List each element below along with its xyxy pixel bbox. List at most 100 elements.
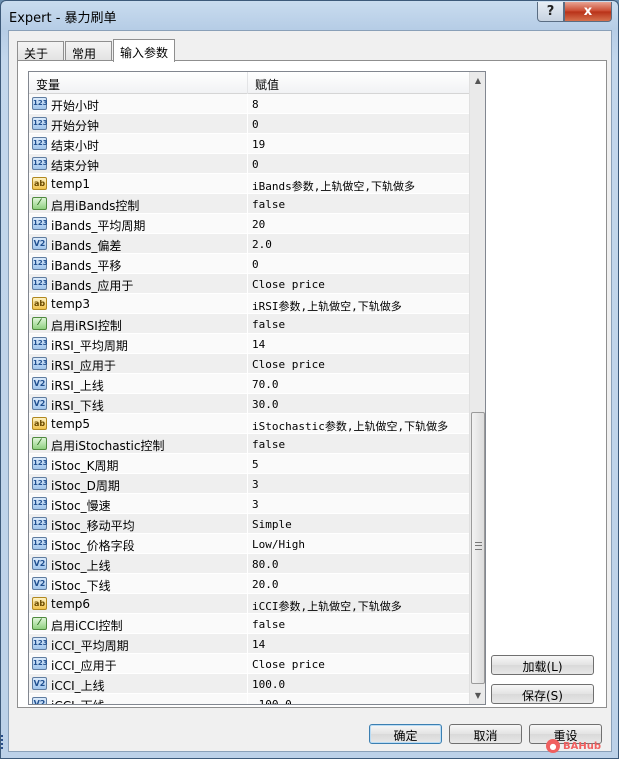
param-name-cell[interactable]: 123 iRSI_应用于	[29, 354, 247, 374]
param-value-cell[interactable]: iStochastic参数,上轨做空,下轨做多	[247, 414, 469, 434]
param-value-cell[interactable]: Close price	[247, 354, 469, 374]
param-row[interactable]: 123 iStoc_移动平均 Simple	[29, 514, 469, 534]
param-name-cell[interactable]: V2 iBands_偏差	[29, 234, 247, 254]
param-name-cell[interactable]: 123 开始小时	[29, 94, 247, 114]
param-row[interactable]: 123 iStoc_慢速 3	[29, 494, 469, 514]
param-name-cell[interactable]: V2 iRSI_下线	[29, 394, 247, 414]
param-row[interactable]: V2 iStoc_上线 80.0	[29, 554, 469, 574]
help-button[interactable]: ?	[537, 2, 564, 22]
tab-inputs[interactable]: 输入参数	[113, 39, 175, 62]
param-value-cell[interactable]: Low/High	[247, 534, 469, 554]
param-name-cell[interactable]: V2 iRSI_上线	[29, 374, 247, 394]
param-value-cell[interactable]: 19	[247, 134, 469, 154]
param-row[interactable]: 123 iStoc_价格字段 Low/High	[29, 534, 469, 554]
param-row[interactable]: V2 iRSI_下线 30.0	[29, 394, 469, 414]
param-name-cell[interactable]: 123 iStoc_慢速	[29, 494, 247, 514]
param-value-cell[interactable]: false	[247, 314, 469, 334]
param-value-cell[interactable]: Close price	[247, 654, 469, 674]
param-row[interactable]: ⁄ 启用iRSI控制 false	[29, 314, 469, 334]
param-value-cell[interactable]: 20	[247, 214, 469, 234]
tab-about[interactable]: 关于	[17, 41, 64, 61]
param-value-cell[interactable]: 0	[247, 114, 469, 134]
param-row[interactable]: 123 结束小时 19	[29, 134, 469, 154]
param-row[interactable]: V2 iStoc_下线 20.0	[29, 574, 469, 594]
param-row[interactable]: 123 iBands_平均周期 20	[29, 214, 469, 234]
param-name-cell[interactable]: ⁄ 启用iStochastic控制	[29, 434, 247, 454]
header-variable[interactable]: 变量	[29, 72, 247, 94]
param-name-cell[interactable]: V2 iStoc_下线	[29, 574, 247, 594]
tab-common[interactable]: 常用	[65, 41, 112, 61]
param-value-cell[interactable]: -100.0	[247, 694, 469, 704]
param-row[interactable]: V2 iRSI_上线 70.0	[29, 374, 469, 394]
param-value-cell[interactable]: false	[247, 614, 469, 634]
param-value-cell[interactable]: 5	[247, 454, 469, 474]
param-row[interactable]: 123 结束分钟 0	[29, 154, 469, 174]
param-row[interactable]: 123 iRSI_平均周期 14	[29, 334, 469, 354]
param-row[interactable]: 123 iCCI_平均周期 14	[29, 634, 469, 654]
scroll-down-arrow-icon[interactable]: ▼	[470, 687, 485, 704]
param-name-cell[interactable]: 123 iStoc_价格字段	[29, 534, 247, 554]
param-name-cell[interactable]: 123 iCCI_平均周期	[29, 634, 247, 654]
param-name-cell[interactable]: 123 iBands_应用于	[29, 274, 247, 294]
param-row[interactable]: ab temp5 iStochastic参数,上轨做空,下轨做多	[29, 414, 469, 434]
param-name-cell[interactable]: 123 开始分钟	[29, 114, 247, 134]
param-row[interactable]: 123 开始小时 8	[29, 94, 469, 114]
param-name-cell[interactable]: ab temp3	[29, 294, 247, 314]
param-name-cell[interactable]: 123 结束小时	[29, 134, 247, 154]
param-name-cell[interactable]: V2 iStoc_上线	[29, 554, 247, 574]
param-value-cell[interactable]: 3	[247, 494, 469, 514]
param-value-cell[interactable]: false	[247, 194, 469, 214]
param-name-cell[interactable]: 123 iStoc_D周期	[29, 474, 247, 494]
param-row[interactable]: ⁄ 启用iCCI控制 false	[29, 614, 469, 634]
param-row[interactable]: 123 iRSI_应用于 Close price	[29, 354, 469, 374]
param-value-cell[interactable]: 0	[247, 254, 469, 274]
param-name-cell[interactable]: 123 iBands_平移	[29, 254, 247, 274]
param-value-cell[interactable]: 3	[247, 474, 469, 494]
scroll-up-arrow-icon[interactable]: ▲	[470, 72, 485, 89]
header-value[interactable]: 赋值	[247, 72, 469, 94]
param-name-cell[interactable]: 123 iRSI_平均周期	[29, 334, 247, 354]
close-button[interactable]: x	[564, 2, 612, 22]
param-value-cell[interactable]: 14	[247, 634, 469, 654]
param-name-cell[interactable]: ⁄ 启用iRSI控制	[29, 314, 247, 334]
param-name-cell[interactable]: ⁄ 启用iCCI控制	[29, 614, 247, 634]
param-row[interactable]: V2 iCCI_下线 -100.0	[29, 694, 469, 704]
param-name-cell[interactable]: ab temp1	[29, 174, 247, 194]
load-button[interactable]: 加载(L)	[491, 655, 594, 675]
param-row[interactable]: 123 iStoc_D周期 3	[29, 474, 469, 494]
param-value-cell[interactable]: iCCI参数,上轨做空,下轨做多	[247, 594, 469, 614]
param-value-cell[interactable]: 30.0	[247, 394, 469, 414]
param-row[interactable]: V2 iCCI_上线 100.0	[29, 674, 469, 694]
vertical-scrollbar[interactable]: ▲ ▼	[469, 72, 485, 704]
param-value-cell[interactable]: iBands参数,上轨做空,下轨做多	[247, 174, 469, 194]
save-button[interactable]: 保存(S)	[491, 684, 594, 704]
param-value-cell[interactable]: 20.0	[247, 574, 469, 594]
param-name-cell[interactable]: 123 iBands_平均周期	[29, 214, 247, 234]
param-row[interactable]: ⁄ 启用iBands控制 false	[29, 194, 469, 214]
param-value-cell[interactable]: Close price	[247, 274, 469, 294]
param-value-cell[interactable]: 2.0	[247, 234, 469, 254]
param-row[interactable]: V2 iBands_偏差 2.0	[29, 234, 469, 254]
param-value-cell[interactable]: 100.0	[247, 674, 469, 694]
param-value-cell[interactable]: 8	[247, 94, 469, 114]
param-name-cell[interactable]: 123 iStoc_K周期	[29, 454, 247, 474]
param-name-cell[interactable]: 123 结束分钟	[29, 154, 247, 174]
param-name-cell[interactable]: V2 iCCI_上线	[29, 674, 247, 694]
param-value-cell[interactable]: 70.0	[247, 374, 469, 394]
param-value-cell[interactable]: 14	[247, 334, 469, 354]
param-row[interactable]: 123 iBands_应用于 Close price	[29, 274, 469, 294]
title-bar[interactable]: Expert - 暴力刷单 ? x	[1, 1, 618, 31]
param-name-cell[interactable]: ab temp5	[29, 414, 247, 434]
param-row[interactable]: 123 iStoc_K周期 5	[29, 454, 469, 474]
param-row[interactable]: 123 iBands_平移 0	[29, 254, 469, 274]
param-row[interactable]: ⁄ 启用iStochastic控制 false	[29, 434, 469, 454]
ok-button[interactable]: 确定	[369, 724, 442, 744]
param-row[interactable]: ab temp3 iRSI参数,上轨做空,下轨做多	[29, 294, 469, 314]
param-name-cell[interactable]: ab temp6	[29, 594, 247, 614]
param-row[interactable]: ab temp6 iCCI参数,上轨做空,下轨做多	[29, 594, 469, 614]
param-name-cell[interactable]: V2 iCCI_下线	[29, 694, 247, 704]
param-value-cell[interactable]: 0	[247, 154, 469, 174]
scrollbar-thumb[interactable]	[471, 412, 485, 684]
param-row[interactable]: 123 iCCI_应用于 Close price	[29, 654, 469, 674]
param-name-cell[interactable]: ⁄ 启用iBands控制	[29, 194, 247, 214]
